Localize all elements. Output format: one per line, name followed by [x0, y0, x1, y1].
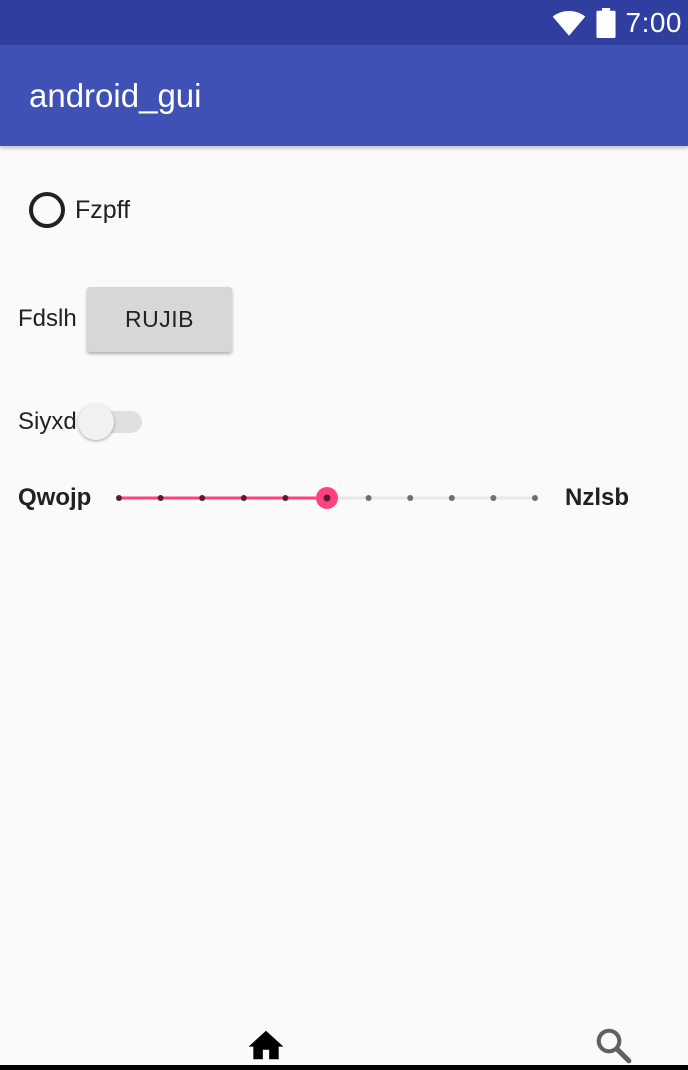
slider-tick: [157, 495, 164, 501]
switch-row-label: Siyxd: [18, 408, 77, 435]
status-time: 7:00: [625, 6, 682, 38]
button-row-label: Fdslh: [18, 305, 77, 332]
slider-tick: [240, 495, 247, 501]
slider-tick: [199, 495, 206, 501]
rujib-button[interactable]: RUJIB: [87, 287, 232, 352]
slider-tick: [116, 495, 122, 501]
slider-tick: [490, 495, 497, 501]
slider-left-label: Qwojp: [18, 484, 92, 511]
bottom-edge: [0, 1065, 688, 1070]
switch-thumb[interactable]: [78, 404, 114, 440]
radio-button-fzpff[interactable]: Fzpff: [29, 192, 130, 228]
slider-track[interactable]: [110, 485, 546, 511]
discrete-slider[interactable]: [110, 485, 546, 511]
app-title: android_gui: [29, 76, 202, 114]
bottom-navigation: [0, 1010, 688, 1065]
search-icon[interactable]: [594, 1026, 632, 1064]
slider-right-label: Nzlsb: [565, 484, 630, 511]
radio-label: Fzpff: [75, 195, 131, 224]
slider-tick: [282, 495, 289, 501]
slider-tick: [407, 495, 414, 501]
slider-tick: [448, 495, 455, 501]
slider-tick: [365, 495, 372, 501]
radio-circle-icon[interactable]: [29, 192, 65, 228]
home-icon[interactable]: [247, 1026, 285, 1064]
status-bar: 7:00: [0, 0, 688, 45]
wifi-icon: [552, 10, 585, 36]
slider-tick: [532, 495, 538, 501]
battery-icon: [595, 7, 616, 38]
app-bar: android_gui: [0, 45, 688, 146]
